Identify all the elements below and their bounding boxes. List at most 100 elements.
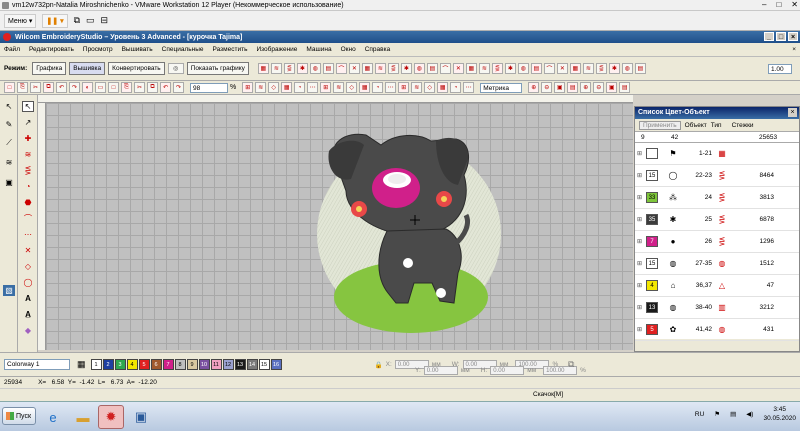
view-tool-b-10-icon[interactable]: ▦	[359, 82, 371, 93]
tool-10-icon[interactable]: ≋	[374, 63, 386, 74]
tool-27-icon[interactable]: ⋚	[595, 63, 607, 74]
circle-tool-icon[interactable]: ◔	[22, 181, 34, 192]
view-tool-10-icon[interactable]: ⎘	[121, 82, 132, 93]
tool-9-icon[interactable]: ▦	[361, 63, 373, 74]
tool-17-icon[interactable]: ▦	[465, 63, 477, 74]
flag-icon[interactable]: ⚑	[714, 410, 720, 418]
tool-3-icon[interactable]: ⋚	[283, 63, 295, 74]
view-tool-1-icon[interactable]: □	[4, 82, 15, 93]
explorer-icon[interactable]: ▬	[70, 405, 96, 429]
h-field[interactable]: 0.00	[490, 366, 525, 375]
tool-25-icon[interactable]: ▦	[569, 63, 581, 74]
view-tool-b-4-icon[interactable]: ▦	[281, 82, 293, 93]
fill-red-icon[interactable]: ✚	[22, 133, 34, 144]
expand-icon[interactable]: ⊞	[637, 216, 642, 223]
color-object-row[interactable]: ⊞ 5 ✿ 41,42 ◍ 431	[635, 319, 799, 341]
outline-tool-icon[interactable]: ⌒	[22, 213, 34, 224]
palette-swatch-4[interactable]: 4	[126, 359, 138, 370]
view-tool-b-11-icon[interactable]: ◔	[372, 82, 384, 93]
palette-swatch-5[interactable]: 5	[138, 359, 150, 370]
view-tool-12-icon[interactable]: ⧉	[147, 82, 158, 93]
vm-menu-button[interactable]: Меню ▾	[4, 13, 37, 28]
zoom-field[interactable]: 98	[190, 82, 228, 93]
color-object-list[interactable]: ⊞ ⚑ 1-21 ▦ ⊞ 15 ◯ 22-23 ⋚ 8464 ⊞ 33 ⁂ 24 ⋚ 3813 ⊞ 35 ✱ 25 ⋚ 6…	[635, 142, 799, 341]
view-tool-c-7-icon[interactable]: ▣	[606, 82, 618, 93]
col-stitches[interactable]: Стежки	[732, 122, 754, 129]
menu-help[interactable]: Справка	[365, 46, 391, 53]
clock[interactable]: 3:45 30.05.2020	[763, 405, 796, 423]
panel-close-button[interactable]: ×	[788, 108, 797, 117]
palette-swatch-1[interactable]: 1	[90, 359, 102, 370]
lettering-tool-icon[interactable]: A	[22, 293, 34, 304]
units-select[interactable]: Метрика	[480, 82, 523, 93]
tool-12-icon[interactable]: ✱	[400, 63, 412, 74]
color-object-row[interactable]: ⊞ 33 ⁂ 24 ⋚ 3813	[635, 187, 799, 209]
palette-swatch-16[interactable]: 16	[270, 359, 282, 370]
expand-icon[interactable]: ⊞	[637, 194, 642, 201]
expand-icon[interactable]: ⊞	[637, 172, 642, 179]
palette-swatch-14[interactable]: 14	[246, 359, 258, 370]
menu-edit[interactable]: Редактировать	[29, 46, 74, 53]
vm-tool-icon-1[interactable]: ⧉	[74, 15, 80, 26]
wilcom-taskbar-icon[interactable]: ✹	[98, 405, 124, 429]
tool-6-icon[interactable]: ▤	[322, 63, 334, 74]
color-chip[interactable]: 33	[646, 192, 658, 203]
expand-icon[interactable]: ⊞	[637, 260, 642, 267]
tool-13-icon[interactable]: ◍	[413, 63, 425, 74]
view-tool-b-14-icon[interactable]: ≋	[411, 82, 423, 93]
view-tool-b-17-icon[interactable]: ◔	[450, 82, 462, 93]
monitor-taskbar-icon[interactable]: ▣	[128, 405, 154, 429]
tool-28-icon[interactable]: ✱	[608, 63, 620, 74]
view-tool-8-icon[interactable]: ▭	[95, 82, 106, 93]
view-tool-b-15-icon[interactable]: ◇	[424, 82, 436, 93]
view-tool-c-1-icon[interactable]: ⊕	[528, 82, 540, 93]
tool-4-icon[interactable]: ✱	[296, 63, 308, 74]
palette-swatch-13[interactable]: 13	[234, 359, 246, 370]
close-button[interactable]: ✕	[791, 0, 798, 9]
run-tool-icon[interactable]: ⋯	[22, 229, 34, 240]
view-tool-b-9-icon[interactable]: ◇	[346, 82, 358, 93]
view-tool-b-18-icon[interactable]: ⋯	[463, 82, 475, 93]
menu-arrange[interactable]: Разместить	[213, 46, 248, 53]
select-tool-icon[interactable]: ↖	[3, 101, 15, 112]
view-tool-7-icon[interactable]: ◐	[82, 82, 93, 93]
menu-window[interactable]: Окно	[341, 46, 356, 53]
palette-swatch-3[interactable]: 3	[114, 359, 126, 370]
color-chip[interactable]: 5	[646, 324, 658, 335]
app-minimize-button[interactable]: _	[764, 32, 774, 41]
view-tool-b-8-icon[interactable]: ≋	[333, 82, 345, 93]
tool-19-icon[interactable]: ⋚	[491, 63, 503, 74]
expand-icon[interactable]: ⊞	[637, 238, 642, 245]
pointer-tool-icon[interactable]: ↖	[22, 101, 34, 112]
tool-14-icon[interactable]: ▤	[426, 63, 438, 74]
tool-24-icon[interactable]: ✕	[556, 63, 568, 74]
palette-swatch-10[interactable]: 10	[198, 359, 210, 370]
tool-16-icon[interactable]: ✕	[452, 63, 464, 74]
scale-icon[interactable]: ⧉	[568, 359, 574, 370]
satin-tool-icon[interactable]: ≋	[22, 149, 34, 160]
color-object-row[interactable]: ⊞ 15 ◯ 22-23 ⋚ 8464	[635, 165, 799, 187]
tool-23-icon[interactable]: ⌒	[543, 63, 555, 74]
view-tool-c-4-icon[interactable]: ▤	[567, 82, 579, 93]
color-object-row[interactable]: ⊞ 15 ◍ 27-35 ◍ 1512	[635, 253, 799, 275]
measure-tool-icon[interactable]: ▣	[3, 177, 15, 188]
view-tool-2-icon[interactable]: ⎘	[17, 82, 28, 93]
language-indicator[interactable]: RU	[695, 411, 704, 418]
diamond-tool-icon[interactable]: ◆	[22, 325, 34, 336]
palette-swatch-8[interactable]: 8	[174, 359, 186, 370]
mdi-close-icon[interactable]: ×	[792, 46, 796, 53]
color-object-row[interactable]: ⊞ 13 ◍ 38-40 ▥ 3212	[635, 297, 799, 319]
shape-tool-icon[interactable]: ◇	[22, 261, 34, 272]
col-object[interactable]: Объект	[685, 122, 707, 129]
mode-embroidery-button[interactable]: Вышивка	[69, 62, 106, 75]
width-field[interactable]: 1.00	[768, 64, 792, 74]
menu-file[interactable]: Файл	[4, 46, 20, 53]
view-tool-b-5-icon[interactable]: ◔	[294, 82, 306, 93]
color-chip[interactable]: 13	[646, 302, 658, 313]
view-tool-14-icon[interactable]: ↷	[173, 82, 184, 93]
y-field[interactable]: 0.00	[423, 366, 458, 375]
view-tool-6-icon[interactable]: ↷	[69, 82, 80, 93]
start-button[interactable]: Пуск	[2, 407, 36, 425]
tool-2-icon[interactable]: ≋	[270, 63, 282, 74]
tool-18-icon[interactable]: ≋	[478, 63, 490, 74]
